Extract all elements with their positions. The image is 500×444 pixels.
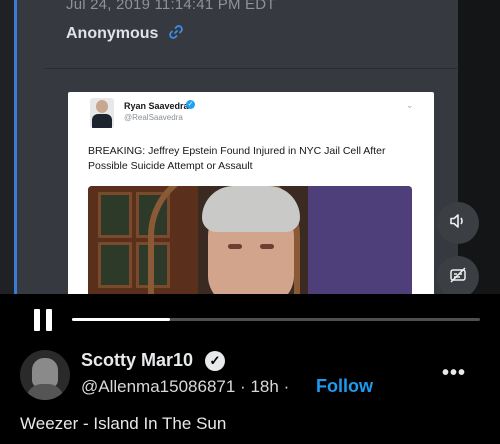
video-player[interactable]: Jul 24, 2019 11:14:41 PM EDT Anonymous R… bbox=[0, 0, 500, 294]
progress-fill bbox=[72, 318, 170, 321]
tweet-author-handle: @RealSaavedra bbox=[124, 113, 183, 122]
panel-accent-bar bbox=[14, 0, 17, 294]
follow-button[interactable]: Follow bbox=[316, 376, 373, 397]
avatar[interactable] bbox=[20, 350, 70, 400]
post-handle: @Allenma15086871 bbox=[81, 377, 236, 396]
message-timestamp: Jul 24, 2019 11:14:41 PM EDT bbox=[66, 0, 276, 13]
verified-badge-icon: ✓ bbox=[205, 351, 225, 371]
pause-button[interactable] bbox=[34, 309, 52, 331]
progress-scrubber[interactable] bbox=[72, 318, 480, 321]
captions-off-icon bbox=[448, 265, 468, 290]
post-separator-2: · bbox=[283, 377, 290, 396]
pause-icon-bar bbox=[46, 309, 52, 331]
post-display-name[interactable]: Scotty Mar10 bbox=[81, 350, 193, 371]
tweet-verified-icon: ✓ bbox=[186, 100, 195, 109]
volume-button[interactable] bbox=[437, 202, 479, 244]
post-separator: · bbox=[240, 377, 246, 396]
volume-icon bbox=[448, 211, 468, 236]
link-icon bbox=[168, 24, 184, 45]
message-author: Anonymous bbox=[66, 25, 159, 42]
tweet-avatar bbox=[90, 98, 114, 128]
pause-icon bbox=[34, 309, 40, 331]
divider bbox=[44, 68, 458, 69]
tweet-author-name: Ryan Saavedra bbox=[124, 101, 189, 111]
captions-button[interactable] bbox=[437, 256, 479, 294]
embedded-tweet-card: Ryan Saavedra ✓ @RealSaavedra ⌄ BREAKING… bbox=[68, 92, 434, 294]
more-icon[interactable]: ••• bbox=[442, 362, 466, 385]
tweet-photo bbox=[88, 186, 412, 294]
panel-scroll-gutter bbox=[458, 0, 500, 294]
post-caption: Weezer - Island In The Sun bbox=[20, 414, 227, 433]
chevron-down-icon: ⌄ bbox=[406, 100, 414, 110]
post-age: 18h bbox=[250, 377, 279, 396]
tweet-text: BREAKING: Jeffrey Epstein Found Injured … bbox=[88, 145, 386, 172]
post-handle-line[interactable]: @Allenma15086871 · 18h · bbox=[81, 377, 289, 397]
